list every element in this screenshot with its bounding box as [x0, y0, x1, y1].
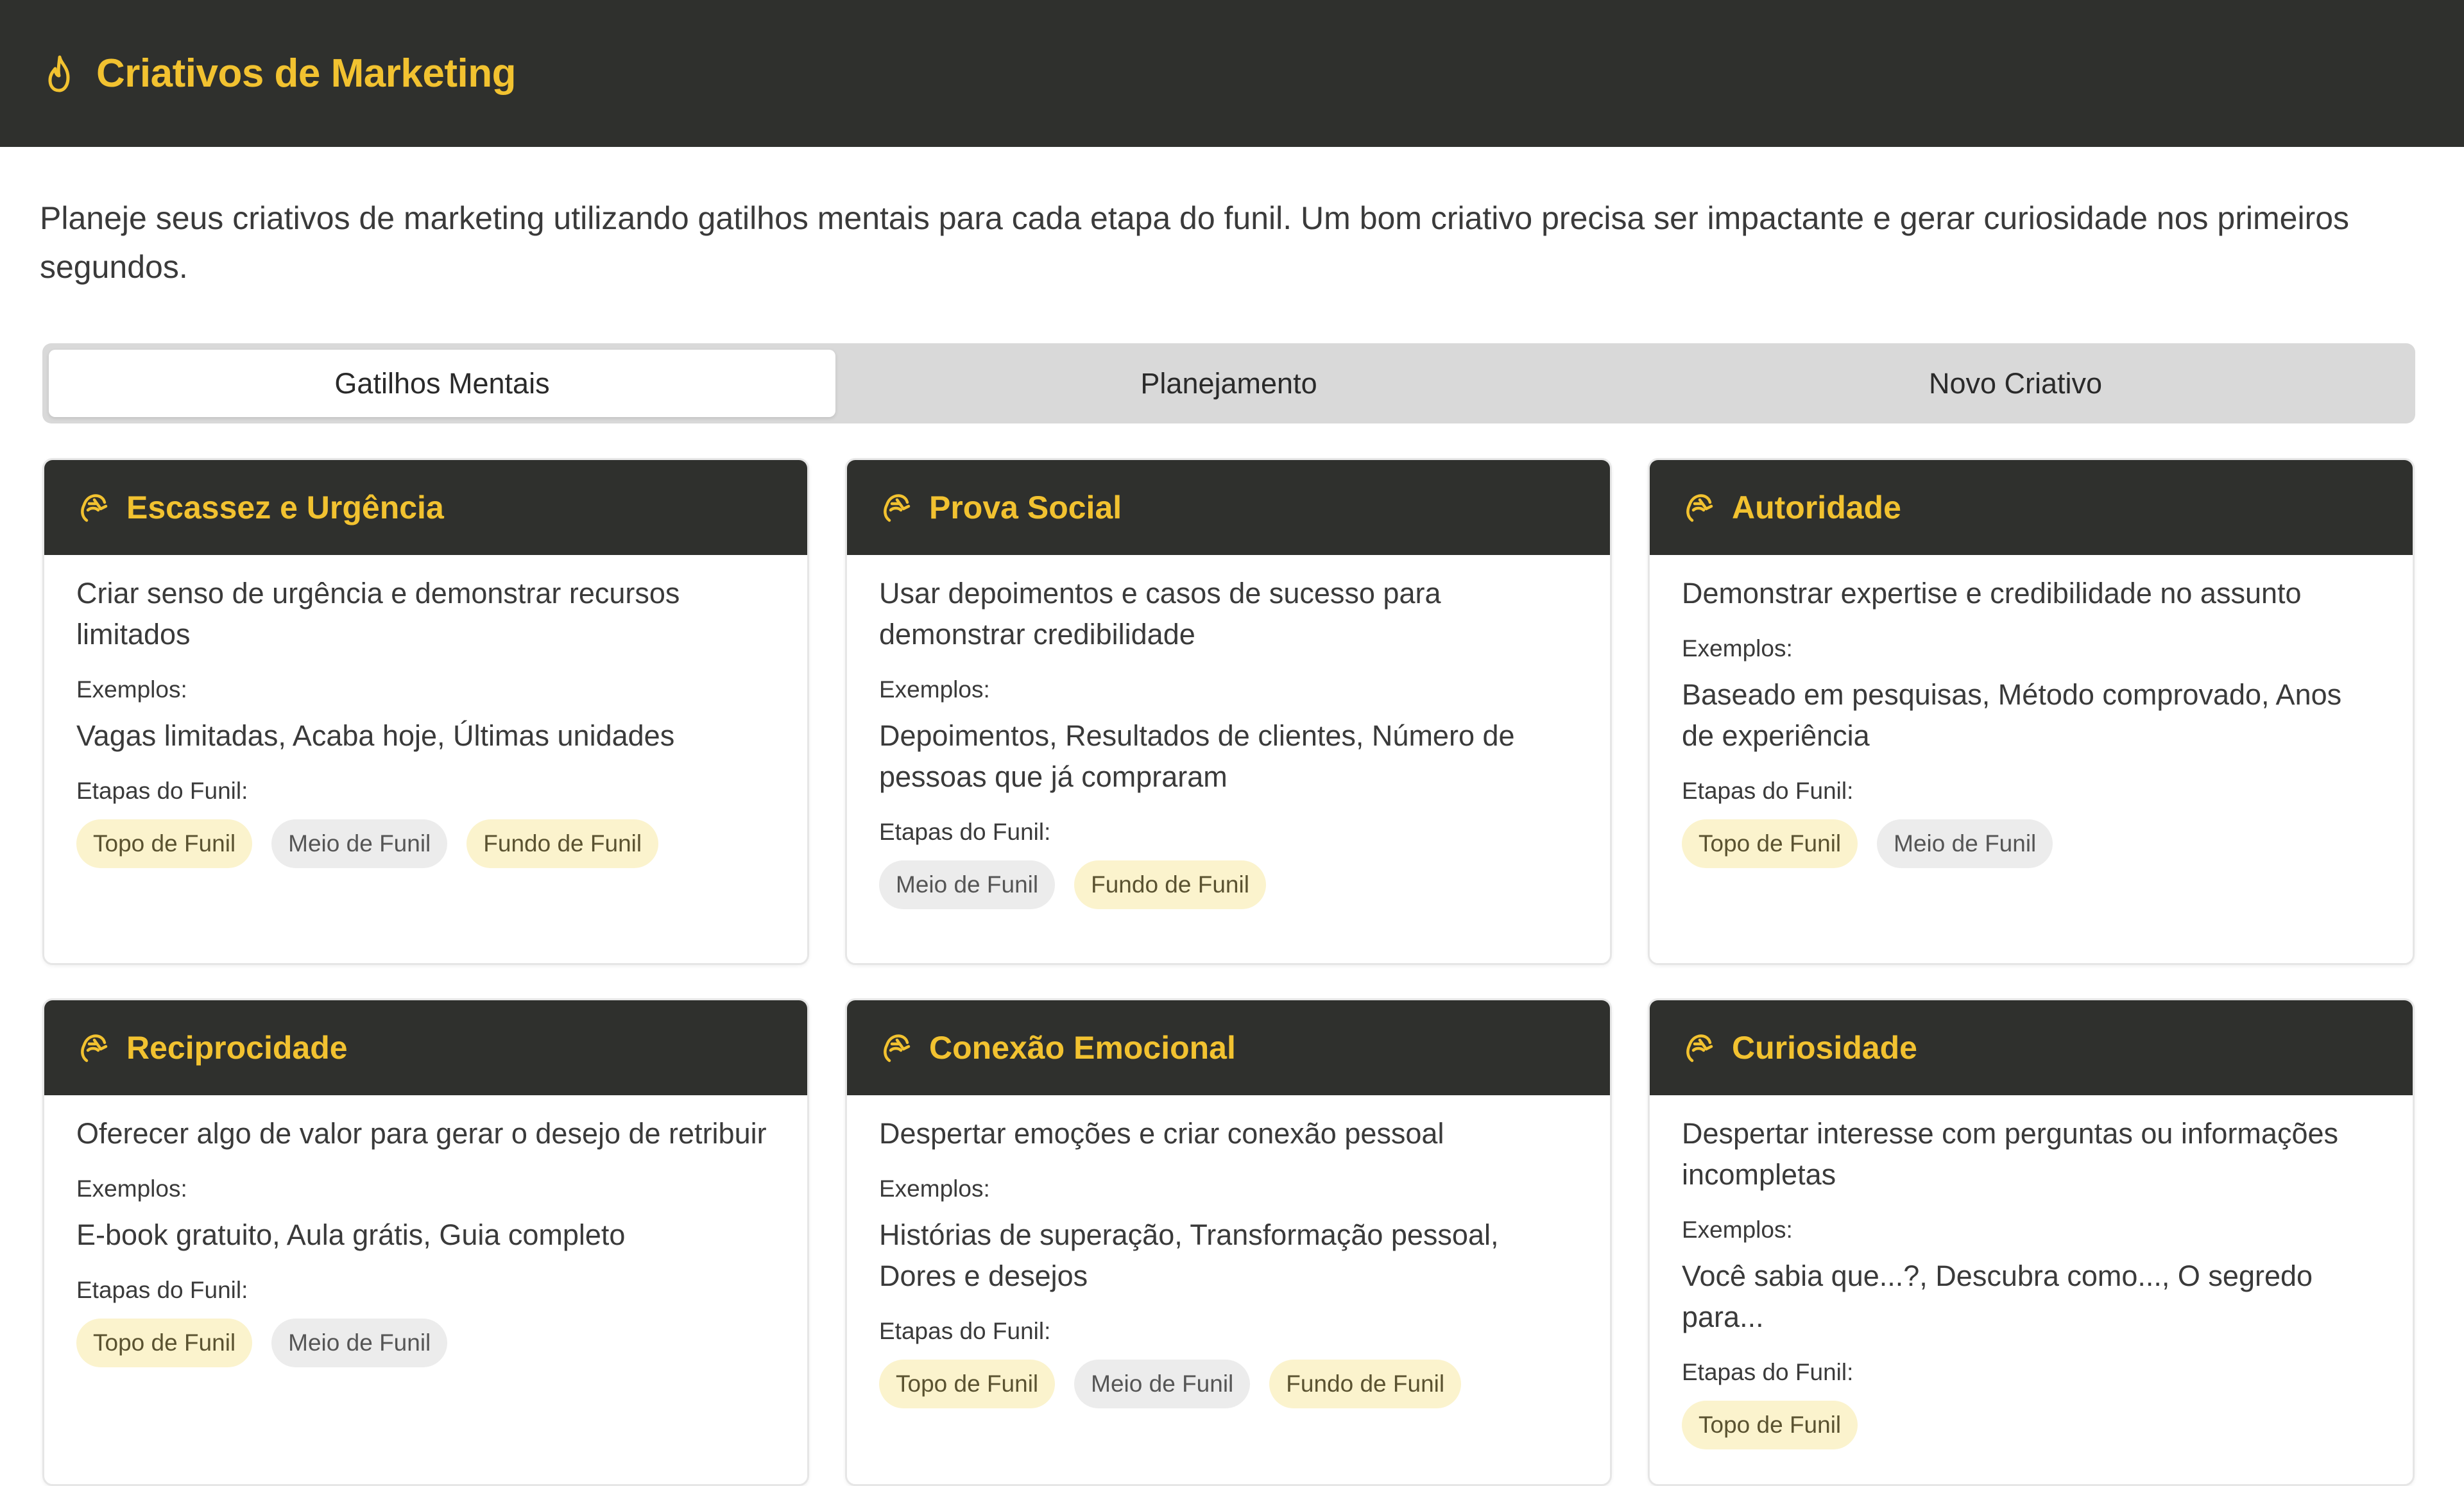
card-description: Demonstrar expertise e credibilidade no …	[1682, 577, 2302, 610]
trigger-card-autoridade: Autoridade Demonstrar expertise e credibi…	[1648, 458, 2415, 965]
brain-icon	[1683, 490, 1715, 525]
card-body: Despertar emoções e criar conexão pessoa…	[847, 1095, 1610, 1434]
examples-label: Exemplos:	[879, 676, 990, 703]
trigger-card-curiosidade: Curiosidade Despertar interesse com pergu…	[1648, 998, 2415, 1486]
card-description: Despertar emoções e criar conexão pessoa…	[879, 1117, 1444, 1150]
app-header: Criativos de Marketing	[0, 0, 2464, 147]
card-body: Usar depoimentos e casos de sucesso para…	[847, 555, 1610, 935]
funnel-stages: Topo de Funil Meio de Funil Fundo de Funil	[76, 819, 775, 868]
card-examples: Baseado em pesquisas, Método comprovado,…	[1682, 678, 2342, 752]
stages-label: Etapas do Funil:	[879, 1318, 1051, 1344]
card-header: Curiosidade	[1650, 1000, 2413, 1095]
card-examples: E-book gratuito, Aula grátis, Guia compl…	[76, 1218, 626, 1251]
funnel-stage-chip: Topo de Funil	[76, 1319, 253, 1367]
funnel-stage-chip: Meio de Funil	[1074, 1360, 1251, 1408]
card-description: Oferecer algo de valor para gerar o dese…	[76, 1117, 767, 1150]
stages-label: Etapas do Funil:	[1682, 778, 1854, 804]
tab-bar: Gatilhos Mentais Planejamento Novo Criat…	[42, 343, 2415, 423]
stages-label: Etapas do Funil:	[76, 778, 248, 804]
card-description: Usar depoimentos e casos de sucesso para…	[879, 577, 1441, 651]
funnel-stage-chip: Topo de Funil	[879, 1360, 1056, 1408]
card-description: Despertar interesse com perguntas ou inf…	[1682, 1117, 2339, 1191]
examples-label: Exemplos:	[879, 1175, 990, 1202]
funnel-stages: Meio de Funil Fundo de Funil	[879, 860, 1578, 909]
funnel-stage-chip: Topo de Funil	[1682, 819, 1858, 868]
funnel-stage-chip: Meio de Funil	[271, 819, 448, 868]
tab-novo-criativo[interactable]: Novo Criativo	[1622, 350, 2409, 417]
brain-icon	[1683, 1030, 1715, 1066]
card-title: Conexão Emocional	[929, 1030, 1236, 1066]
trigger-card-conexao-emocional: Conexão Emocional Despertar emoções e cri…	[845, 998, 1612, 1486]
funnel-stage-chip: Topo de Funil	[1682, 1401, 1858, 1449]
fire-icon	[42, 53, 77, 95]
trigger-card-prova-social: Prova Social Usar depoimentos e casos de …	[845, 458, 1612, 965]
funnel-stages: Topo de Funil Meio de Funil	[76, 1319, 775, 1367]
tab-planejamento[interactable]: Planejamento	[835, 350, 1622, 417]
card-title: Prova Social	[929, 490, 1122, 525]
funnel-stage-chip: Meio de Funil	[879, 860, 1056, 909]
card-title: Reciprocidade	[126, 1030, 348, 1066]
funnel-stages: Topo de Funil Meio de Funil	[1682, 819, 2381, 868]
card-header: Escassez e Urgência	[44, 460, 807, 555]
funnel-stage-chip: Meio de Funil	[271, 1319, 448, 1367]
trigger-card-reciprocidade: Reciprocidade Oferecer algo de valor para…	[42, 998, 809, 1486]
stages-label: Etapas do Funil:	[76, 1277, 248, 1303]
card-header: Prova Social	[847, 460, 1610, 555]
card-body: Despertar interesse com perguntas ou inf…	[1650, 1095, 2413, 1475]
card-body: Criar senso de urgência e demonstrar rec…	[44, 555, 807, 894]
card-examples: Você sabia que...?, Descubra como..., O …	[1682, 1260, 2313, 1333]
card-header: Autoridade	[1650, 460, 2413, 555]
card-examples: Vagas limitadas, Acaba hoje, Últimas uni…	[76, 719, 675, 752]
examples-label: Exemplos:	[76, 676, 187, 703]
funnel-stage-chip: Topo de Funil	[76, 819, 253, 868]
intro-text: Planeje seus criativos de marketing util…	[40, 200, 2350, 285]
card-description: Criar senso de urgência e demonstrar rec…	[76, 577, 680, 651]
tab-gatilhos-mentais[interactable]: Gatilhos Mentais	[49, 350, 835, 417]
trigger-card-escassez-urgencia: Escassez e Urgência Criar senso de urgênc…	[42, 458, 809, 965]
app-title: Criativos de Marketing	[96, 51, 516, 96]
card-title: Curiosidade	[1732, 1030, 1917, 1066]
funnel-stage-chip: Fundo de Funil	[1269, 1360, 1462, 1408]
funnel-stage-chip: Meio de Funil	[1877, 819, 2053, 868]
examples-label: Exemplos:	[1682, 1217, 1793, 1243]
card-header: Conexão Emocional	[847, 1000, 1610, 1095]
funnel-stage-chip: Fundo de Funil	[466, 819, 659, 868]
examples-label: Exemplos:	[1682, 635, 1793, 662]
card-body: Oferecer algo de valor para gerar o dese…	[44, 1095, 807, 1393]
stages-label: Etapas do Funil:	[1682, 1359, 1854, 1385]
stages-label: Etapas do Funil:	[879, 819, 1051, 845]
funnel-stages: Topo de Funil Meio de Funil Fundo de Funil	[879, 1360, 1578, 1408]
card-examples: Histórias de superação, Transformação pe…	[879, 1218, 1499, 1292]
funnel-stages: Topo de Funil	[1682, 1401, 2381, 1449]
card-title: Escassez e Urgência	[126, 490, 444, 525]
brain-icon	[78, 1030, 110, 1066]
brain-icon	[880, 1030, 912, 1066]
brain-icon	[78, 490, 110, 525]
funnel-stage-chip: Fundo de Funil	[1074, 860, 1266, 909]
card-body: Demonstrar expertise e credibilidade no …	[1650, 555, 2413, 894]
card-examples: Depoimentos, Resultados de clientes, Núm…	[879, 719, 1515, 793]
examples-label: Exemplos:	[76, 1175, 187, 1202]
card-header: Reciprocidade	[44, 1000, 807, 1095]
brain-icon	[880, 490, 912, 525]
card-title: Autoridade	[1732, 490, 1901, 525]
